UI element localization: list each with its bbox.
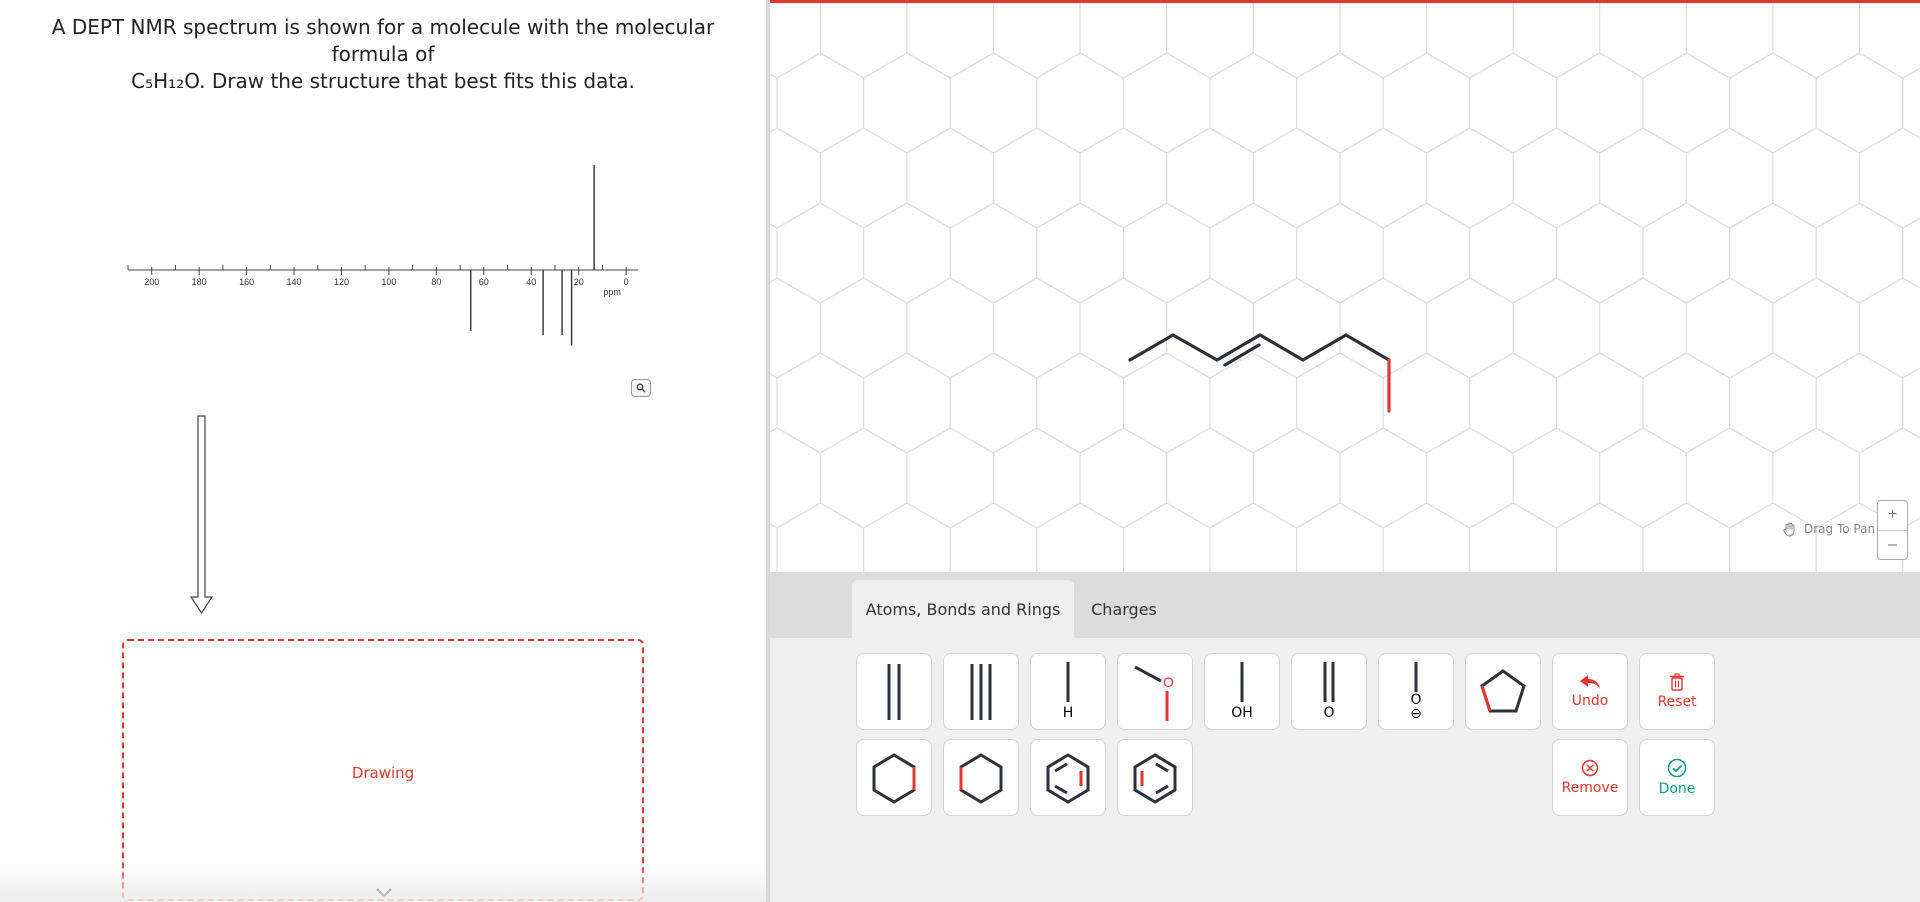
cyclohexane-tool[interactable] (856, 739, 932, 816)
negative-charge-icon: ⊖ (1410, 706, 1422, 722)
bond-4[interactable] (1258, 333, 1305, 362)
cyclopentane-tool[interactable] (1465, 653, 1541, 730)
trash-icon (1670, 673, 1684, 691)
dept-spectrum: 200 180 160 140 120 100 80 60 40 20 0ppm (127, 165, 638, 346)
axis-tick-label: 140 (287, 277, 302, 287)
axis-tick-label: 160 (239, 277, 254, 287)
carbonyl-tool[interactable]: O (1291, 653, 1367, 730)
bond-5[interactable] (1301, 333, 1348, 362)
axis-tick-label: 80 (431, 277, 441, 287)
zoom-in-button[interactable]: + (1878, 501, 1907, 530)
double-bond-icon (887, 663, 901, 720)
done-button[interactable]: Done (1639, 739, 1715, 816)
cyclohexane-alt-tool[interactable] (943, 739, 1019, 816)
ether-oxygen-icon: O (1134, 665, 1174, 721)
toolbar-panel: Atoms, Bonds and Rings Charges H O OH O … (770, 572, 1920, 902)
bond-2[interactable] (1171, 333, 1219, 362)
carbonyl-oxygen-label: O (1323, 705, 1335, 721)
magnifier-icon (636, 383, 646, 393)
oxide-anion-tool[interactable]: O ⊖ (1378, 653, 1454, 730)
benzene-icon (1133, 752, 1177, 804)
cyclopentane-icon (1480, 668, 1526, 712)
tab-bar: Atoms, Bonds and Rings Charges (770, 572, 1920, 638)
axis-tick-label: 20 (574, 277, 584, 287)
check-circle-icon (1667, 758, 1687, 778)
axis-tick-label: 200 (144, 277, 159, 287)
double-bond-icon (1323, 662, 1335, 702)
molecule-structure[interactable] (770, 3, 1920, 572)
undo-icon (1580, 675, 1600, 689)
axis-tick-label: 0 (624, 277, 629, 287)
question-line-2: C₅H₁₂O. Draw the structure that best fit… (131, 69, 635, 93)
question-panel: A DEPT NMR spectrum is shown for a molec… (0, 0, 766, 902)
benzene-alt-tool[interactable] (1117, 739, 1193, 816)
tab-charges[interactable]: Charges (1074, 580, 1174, 638)
drawing-canvas[interactable] (770, 3, 1920, 572)
bond-1[interactable] (1128, 333, 1175, 362)
ether-oxygen-tool[interactable]: O (1117, 653, 1193, 730)
panel-bottom-fade (0, 862, 766, 902)
single-bond-icon (1066, 662, 1070, 702)
canvas-zoom-control: + – (1877, 500, 1908, 560)
bond-3-double-inner[interactable] (1223, 343, 1261, 367)
axis-tick-label: 60 (479, 277, 489, 287)
bond-6[interactable] (1344, 333, 1391, 362)
oxide-label: O (1410, 692, 1422, 708)
drawing-label: Drawing (351, 764, 415, 782)
axis-tick-label: 100 (381, 277, 396, 287)
axis-tick-label: 120 (334, 277, 349, 287)
axis-tick-label: 180 (192, 277, 207, 287)
spectrum-zoom-button[interactable] (631, 379, 651, 397)
hydrogen-label: H (1062, 705, 1074, 721)
benzene-icon (1046, 752, 1090, 804)
down-arrow-icon (189, 415, 214, 615)
cyclohexane-icon (959, 752, 1003, 804)
hydroxyl-tool[interactable]: OH (1204, 653, 1280, 730)
hand-icon (1783, 522, 1795, 537)
triple-bond-icon (970, 663, 992, 720)
done-label: Done (1658, 781, 1696, 797)
zoom-out-button[interactable]: – (1878, 529, 1907, 560)
hydrogen-tool[interactable]: H (1030, 653, 1106, 730)
axis-tick-label: 40 (526, 277, 536, 287)
undo-label: Undo (1571, 693, 1609, 709)
question-line-1: A DEPT NMR spectrum is shown for a molec… (51, 15, 715, 66)
tab-atoms-bonds-rings[interactable]: Atoms, Bonds and Rings (852, 580, 1074, 638)
benzene-tool[interactable] (1030, 739, 1106, 816)
axis-unit-label: ppm (603, 287, 621, 297)
question-text: A DEPT NMR spectrum is shown for a molec… (20, 14, 746, 95)
reset-label: Reset (1657, 694, 1697, 710)
undo-button[interactable]: Undo (1552, 653, 1628, 730)
single-bond-icon (1240, 662, 1244, 702)
remove-button[interactable]: Remove (1552, 739, 1628, 816)
double-bond-tool[interactable] (856, 653, 932, 730)
reset-button[interactable]: Reset (1639, 653, 1715, 730)
single-bond-icon (1414, 662, 1418, 692)
ether-oxygen-label: O (1163, 674, 1174, 690)
pan-hint-label: Drag To Pan (1804, 522, 1876, 536)
cyclohexane-icon (872, 752, 916, 804)
remove-icon (1581, 759, 1599, 777)
remove-label: Remove (1561, 780, 1619, 796)
drag-to-pan-hint: Drag To Pan (1782, 521, 1875, 537)
triple-bond-tool[interactable] (943, 653, 1019, 730)
hydroxyl-label: OH (1231, 705, 1253, 721)
